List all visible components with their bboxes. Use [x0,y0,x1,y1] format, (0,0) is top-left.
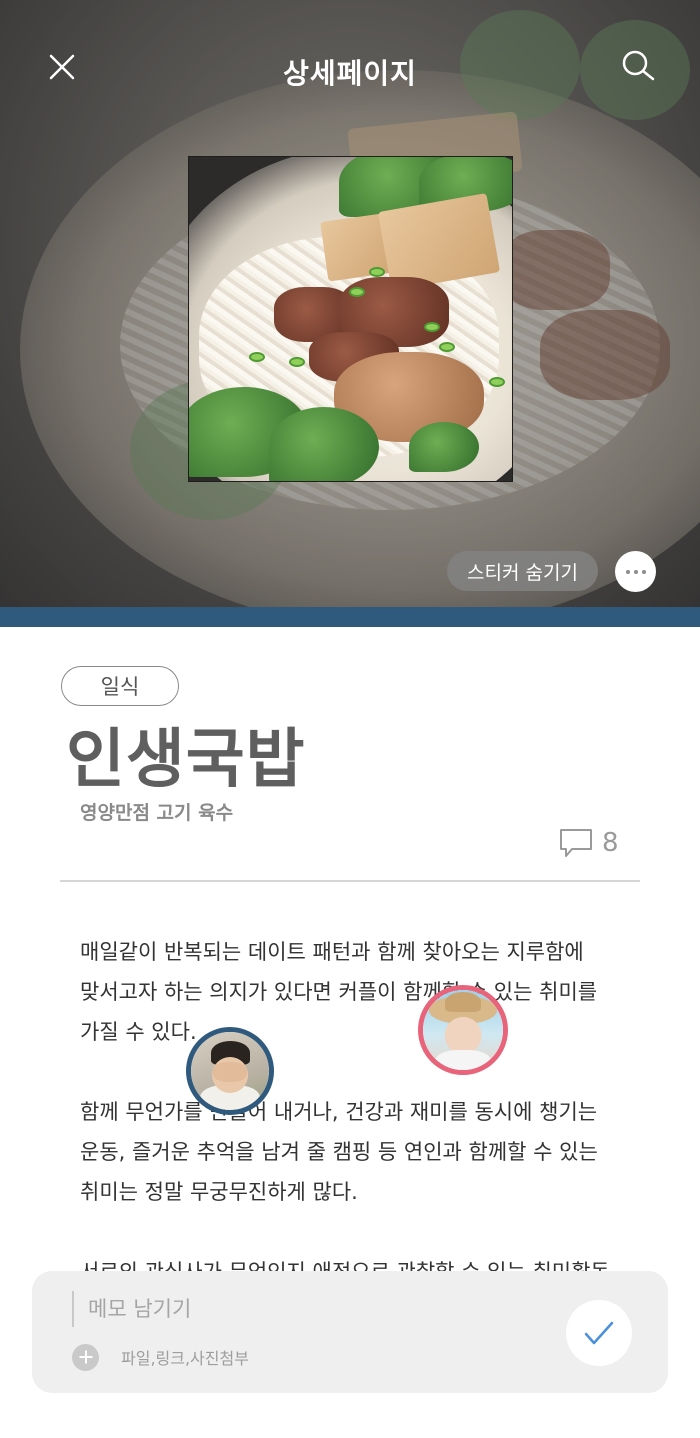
attach-label: 파일,링크,사진첨부 [121,1349,249,1368]
text-line: 매일같이 반복되는 데이트 패턴과 함께 찾아오는 지루함에 [80,940,584,964]
more-icon [625,569,646,574]
food-photo [188,156,513,482]
more-options-button[interactable] [615,551,656,592]
check-icon [584,1321,614,1345]
text-line: 가질 수 있다. [80,1020,197,1044]
plus-icon [72,1343,99,1371]
paragraph: 매일같이 반복되는 데이트 패턴과 함께 찾아오는 지루함에 맞서고자 하는 의… [80,932,640,1052]
page-header-title: 상세페이지 [283,57,417,90]
category-chip[interactable]: 일식 [61,666,179,706]
search-button[interactable] [618,46,658,86]
memo-input[interactable] [72,1291,492,1327]
text-line: 취미는 정말 무궁무진하게 많다. [80,1180,358,1204]
user-sticker-avatar[interactable] [418,985,508,1075]
comment-count-button[interactable]: 8 [558,826,619,860]
divider [60,880,640,882]
search-icon [622,50,655,81]
post-title: 인생국밥 [66,723,306,797]
text-line: 운동, 즐거운 추억을 남겨 줄 캠핑 등 연인과 함께할 수 있는 [80,1140,598,1164]
submit-memo-button[interactable] [566,1300,632,1366]
comment-count: 8 [602,828,619,858]
text-line: 맞서고자 하는 의지가 있다면 커플이 함께할 수 있는 취미를 [80,980,598,1004]
text-line: 함께 무언가를 만들어 내거나, 건강과 재미를 동시에 챙기는 [80,1100,598,1124]
comment-icon [560,829,592,857]
hero-image: 상세페이지 스티커 숨기기 [0,0,700,607]
attach-button[interactable]: 파일,링크,사진첨부 [72,1343,249,1371]
hide-stickers-button[interactable]: 스티커 숨기기 [447,551,598,591]
user-sticker-avatar[interactable] [186,1027,274,1115]
hero-accent-strip [0,607,700,627]
memo-panel: 파일,링크,사진첨부 [32,1271,668,1393]
paragraph: 함께 무언가를 만들어 내거나, 건강과 재미를 동시에 챙기는 운동, 즐거운… [80,1092,640,1212]
post-subtitle: 영양만점 고기 육수 [80,802,234,824]
